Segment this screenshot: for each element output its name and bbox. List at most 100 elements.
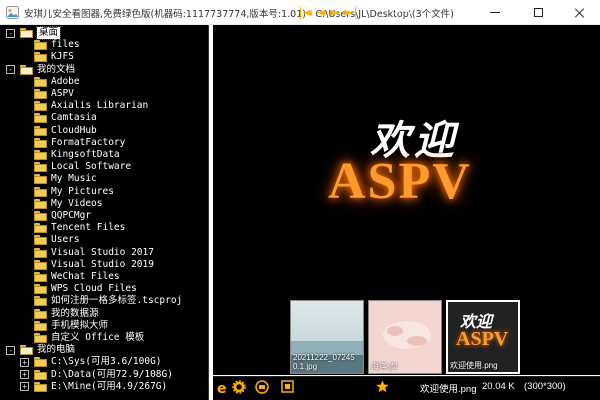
folder-icon [34, 89, 47, 99]
tree-item-label: 手机模拟大师 [51, 319, 109, 331]
expand-icon[interactable]: + [20, 382, 29, 392]
next-button[interactable]: ► [329, 5, 341, 19]
font-button[interactable]: A*N [391, 5, 415, 19]
status-filesize: 20.04 K [482, 381, 515, 392]
tree-item[interactable]: Camtasia [20, 112, 97, 124]
thumbnail-ocean[interactable]: 海洋.jfif [368, 300, 442, 374]
folder-icon [34, 333, 47, 343]
tree-item[interactable]: Tencent Files [20, 222, 125, 234]
tree-item[interactable]: QQPCMgr [20, 210, 91, 222]
tree-item-label: Tencent Files [51, 222, 126, 234]
tree-item[interactable]: Visual Studio 2017 [20, 247, 154, 259]
tree-item-label: Axialis Librarian [51, 100, 149, 112]
star-icon[interactable] [376, 380, 389, 393]
tree-item-label: 自定义 Office 模板 [51, 332, 145, 343]
tree-item[interactable]: KingsoftData [20, 149, 120, 161]
folder-icon [34, 198, 47, 209]
tree-item[interactable]: Visual Studio 2019 [20, 259, 154, 271]
folder-icon [34, 308, 47, 319]
folder-icon [34, 162, 47, 173]
brand-text: ASPV [328, 153, 472, 210]
tree-item[interactable]: CloudHub [20, 125, 97, 137]
thumbnail-welcome[interactable]: 欢迎 ASPV 欢迎使用.png [446, 300, 520, 374]
tree-item-label: files [51, 39, 80, 51]
tree-item-label: ASPV [51, 88, 74, 99]
tree-item[interactable]: Local Software [20, 161, 131, 173]
folder-icon [34, 113, 47, 124]
tree-item-label: Users [51, 234, 80, 246]
edge-icon[interactable]: e [216, 380, 230, 396]
folder-icon [34, 320, 47, 331]
folder-icon [34, 272, 47, 282]
folder-icon [34, 357, 47, 368]
fit-window-icon[interactable] [281, 380, 294, 393]
tree-item[interactable]: My Videos [20, 198, 102, 210]
tree-item[interactable]: + E:\Mine(可用4.9/267G) [20, 381, 167, 393]
folder-icon [34, 52, 47, 63]
thumbnail-sunset[interactable]: 20211222_07245 0.1.jpg [290, 300, 364, 374]
tree-item[interactable]: Adobe [20, 76, 80, 88]
tree-item-label: KJFS [51, 51, 74, 63]
tree-item[interactable]: + C:\Sys(可用3.6/100G) [20, 356, 162, 368]
tree-item-label: C:\Sys(可用3.6/100G) [51, 356, 162, 368]
tree-item[interactable]: KJFS [20, 51, 74, 63]
tree-item-label: E:\Mine(可用4.9/267G) [51, 380, 168, 392]
collapse-icon[interactable]: - [6, 65, 15, 75]
tree-item[interactable]: ASPV [20, 88, 74, 100]
slideshow-icon[interactable] [255, 380, 269, 394]
expand-icon[interactable]: + [20, 370, 29, 380]
tree-item[interactable]: 我的数据源 [20, 308, 99, 320]
tree-item-label: FormatFactory [51, 136, 126, 148]
folder-icon [34, 247, 47, 258]
collapse-icon[interactable]: - [6, 345, 15, 355]
status-dimensions: (300*300) [524, 381, 566, 392]
tree-item[interactable]: 如何注册一格多标签.tscproj [20, 295, 182, 307]
tree-item-label: 桌面 [35, 26, 62, 40]
first-button[interactable]: |◄ [297, 5, 313, 19]
prev-button[interactable]: ◄ [315, 5, 327, 19]
tree-item[interactable]: files [20, 39, 80, 51]
tree-item[interactable]: My Pictures [20, 186, 114, 198]
tree-item-label: My Videos [51, 197, 103, 209]
tree-item[interactable]: WeChat Files [20, 271, 120, 283]
folder-icon [34, 259, 47, 270]
thumbnail-caption: 海洋.jfif [371, 362, 398, 371]
edge-glyph: e [217, 381, 227, 396]
tree-item[interactable]: 自定义 Office 模板 [20, 332, 144, 344]
folder-icon [34, 125, 47, 136]
tree-item[interactable]: - 我的电脑 [6, 344, 75, 356]
collapse-icon[interactable]: - [6, 28, 15, 38]
folder-icon [34, 296, 47, 307]
tree-item[interactable]: Users [20, 234, 80, 246]
folder-icon [34, 76, 47, 87]
tree-item-label: CloudHub [51, 124, 97, 136]
tree-item[interactable]: Axialis Librarian [20, 100, 148, 112]
thumbnail-caption: 20211222_07245 0.1.jpg [293, 353, 355, 371]
minimize-button[interactable] [475, 0, 515, 25]
tree-item[interactable]: FormatFactory [20, 137, 125, 149]
last-button[interactable]: ►| [343, 5, 359, 19]
folder-icon [34, 235, 47, 246]
folder-icon [20, 28, 33, 38]
tree-item-label: D:\Data(可用72.9/108G) [51, 368, 173, 380]
tree-item[interactable]: - 我的文档 [6, 64, 75, 76]
tree-item[interactable]: - 桌面 [6, 26, 62, 40]
expand-icon[interactable]: + [20, 357, 29, 367]
close-button[interactable] [560, 0, 600, 25]
tree-item[interactable]: 手机模拟大师 [20, 320, 108, 332]
tree-item-label: My Pictures [51, 185, 114, 197]
folder-icon [34, 174, 47, 185]
folder-icon [34, 211, 47, 221]
folder-icon [34, 186, 47, 197]
folder-tree[interactable]: - 桌面 files KJFS - 我的文档 Adobe ASPV Axialis Librar… [0, 25, 209, 400]
app-picture-icon [6, 6, 19, 19]
tree-item[interactable]: WPS Cloud Files [20, 283, 137, 295]
tree-item-label: My Music [51, 173, 97, 185]
tree-item[interactable]: My Music [20, 173, 97, 185]
tree-item[interactable]: + D:\Data(可用72.9/108G) [20, 369, 173, 381]
gear-icon[interactable] [232, 380, 246, 394]
tree-item-label: QQPCMgr [51, 210, 92, 221]
maximize-button[interactable] [518, 0, 558, 25]
tree-item-label: 如何注册一格多标签.tscproj [51, 295, 183, 307]
folder-icon [34, 137, 47, 148]
